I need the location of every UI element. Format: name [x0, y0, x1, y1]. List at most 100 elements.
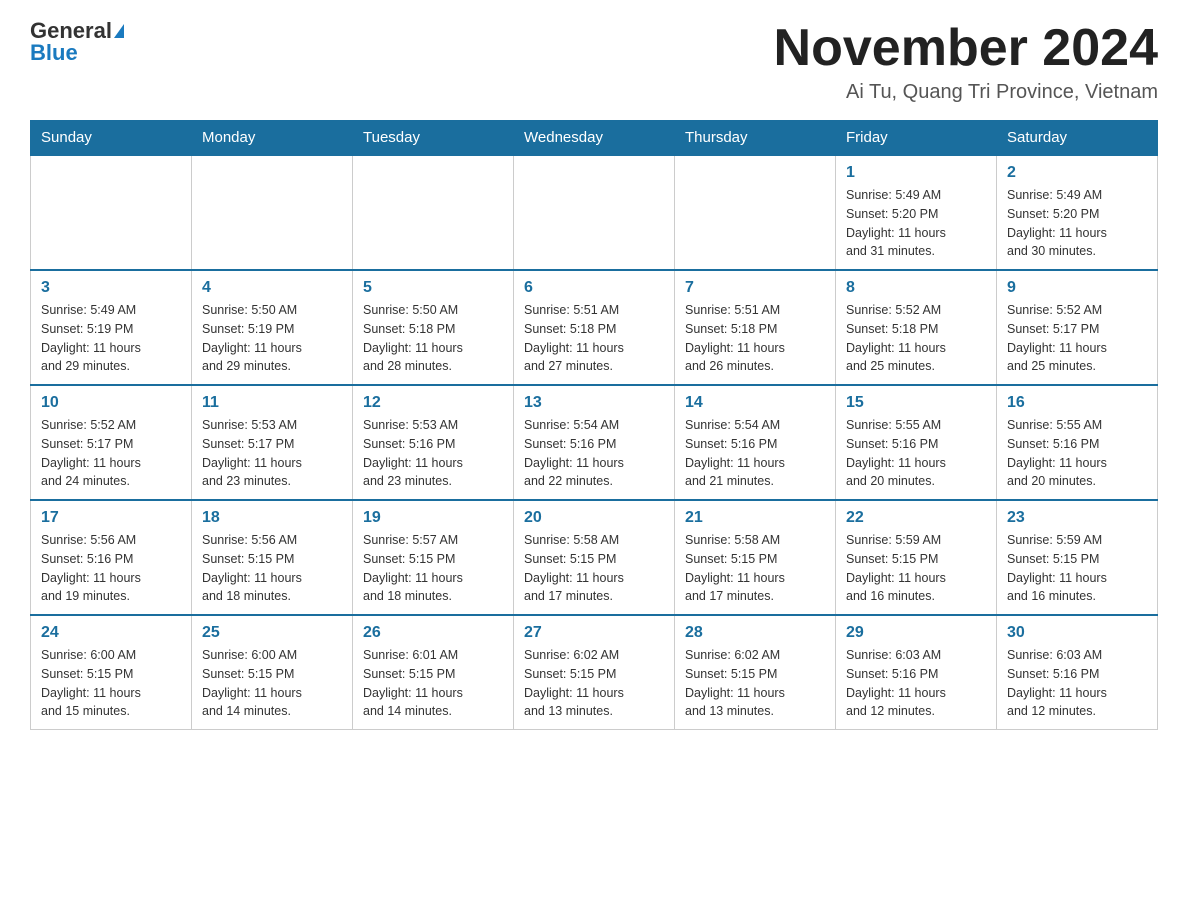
sun-info: Sunrise: 5:55 AMSunset: 5:16 PMDaylight:… [846, 416, 986, 491]
calendar-cell: 6 Sunrise: 5:51 AMSunset: 5:18 PMDaylight… [514, 270, 675, 385]
sun-info: Sunrise: 6:00 AMSunset: 5:15 PMDaylight:… [41, 646, 181, 721]
calendar-week-row: 24 Sunrise: 6:00 AMSunset: 5:15 PMDayligh… [31, 615, 1158, 730]
calendar-cell: 10 Sunrise: 5:52 AMSunset: 5:17 PMDayligh… [31, 385, 192, 500]
day-number: 7 [685, 279, 825, 297]
sun-info: Sunrise: 5:56 AMSunset: 5:15 PMDaylight:… [202, 531, 342, 606]
calendar-cell [675, 155, 836, 270]
calendar-cell: 11 Sunrise: 5:53 AMSunset: 5:17 PMDayligh… [192, 385, 353, 500]
calendar-header-tuesday: Tuesday [353, 121, 514, 156]
sun-info: Sunrise: 5:57 AMSunset: 5:15 PMDaylight:… [363, 531, 503, 606]
calendar-header-friday: Friday [836, 121, 997, 156]
logo-triangle-icon [114, 24, 124, 38]
logo: General Blue [30, 20, 124, 64]
calendar-cell: 27 Sunrise: 6:02 AMSunset: 5:15 PMDayligh… [514, 615, 675, 730]
day-number: 22 [846, 509, 986, 527]
calendar-cell: 30 Sunrise: 6:03 AMSunset: 5:16 PMDayligh… [997, 615, 1158, 730]
calendar-cell: 9 Sunrise: 5:52 AMSunset: 5:17 PMDaylight… [997, 270, 1158, 385]
calendar-cell [192, 155, 353, 270]
day-number: 4 [202, 279, 342, 297]
day-number: 17 [41, 509, 181, 527]
day-number: 9 [1007, 279, 1147, 297]
day-number: 21 [685, 509, 825, 527]
calendar-header-wednesday: Wednesday [514, 121, 675, 156]
day-number: 30 [1007, 624, 1147, 642]
sun-info: Sunrise: 5:49 AMSunset: 5:20 PMDaylight:… [1007, 186, 1147, 261]
calendar-table: SundayMondayTuesdayWednesdayThursdayFrid… [30, 120, 1158, 730]
sun-info: Sunrise: 5:54 AMSunset: 5:16 PMDaylight:… [524, 416, 664, 491]
page-header: General Blue November 2024 Ai Tu, Quang … [30, 20, 1158, 104]
day-number: 24 [41, 624, 181, 642]
calendar-cell: 20Sunrise: 5:58 AMSunset: 5:15 PMDayligh… [514, 500, 675, 615]
calendar-cell: 4 Sunrise: 5:50 AMSunset: 5:19 PMDaylight… [192, 270, 353, 385]
day-number: 10 [41, 394, 181, 412]
sun-info: Sunrise: 5:52 AMSunset: 5:18 PMDaylight:… [846, 301, 986, 376]
calendar-cell: 29 Sunrise: 6:03 AMSunset: 5:16 PMDayligh… [836, 615, 997, 730]
calendar-header-saturday: Saturday [997, 121, 1158, 156]
calendar-cell: 24 Sunrise: 6:00 AMSunset: 5:15 PMDayligh… [31, 615, 192, 730]
sun-info: Sunrise: 5:52 AMSunset: 5:17 PMDaylight:… [41, 416, 181, 491]
sun-info: Sunrise: 5:53 AMSunset: 5:17 PMDaylight:… [202, 416, 342, 491]
sun-info: Sunrise: 5:59 AMSunset: 5:15 PMDaylight:… [846, 531, 986, 606]
day-number: 12 [363, 394, 503, 412]
calendar-cell: 25 Sunrise: 6:00 AMSunset: 5:15 PMDayligh… [192, 615, 353, 730]
sun-info: Sunrise: 6:01 AMSunset: 5:15 PMDaylight:… [363, 646, 503, 721]
day-number: 2 [1007, 164, 1147, 182]
day-number: 15 [846, 394, 986, 412]
calendar-cell: 3 Sunrise: 5:49 AMSunset: 5:19 PMDaylight… [31, 270, 192, 385]
day-number: 25 [202, 624, 342, 642]
sun-info: Sunrise: 5:51 AMSunset: 5:18 PMDaylight:… [524, 301, 664, 376]
calendar-cell: 21Sunrise: 5:58 AMSunset: 5:15 PMDayligh… [675, 500, 836, 615]
calendar-cell [31, 155, 192, 270]
title-block: November 2024 Ai Tu, Quang Tri Province,… [774, 20, 1158, 104]
logo-blue-text: Blue [30, 42, 78, 64]
day-number: 6 [524, 279, 664, 297]
sun-info: Sunrise: 5:55 AMSunset: 5:16 PMDaylight:… [1007, 416, 1147, 491]
calendar-cell: 8Sunrise: 5:52 AMSunset: 5:18 PMDaylight… [836, 270, 997, 385]
day-number: 3 [41, 279, 181, 297]
day-number: 28 [685, 624, 825, 642]
month-year-title: November 2024 [774, 20, 1158, 77]
day-number: 29 [846, 624, 986, 642]
calendar-cell: 14Sunrise: 5:54 AMSunset: 5:16 PMDayligh… [675, 385, 836, 500]
calendar-cell: 13 Sunrise: 5:54 AMSunset: 5:16 PMDayligh… [514, 385, 675, 500]
calendar-cell [514, 155, 675, 270]
day-number: 5 [363, 279, 503, 297]
sun-info: Sunrise: 5:58 AMSunset: 5:15 PMDaylight:… [524, 531, 664, 606]
sun-info: Sunrise: 5:49 AMSunset: 5:20 PMDaylight:… [846, 186, 986, 261]
calendar-header-thursday: Thursday [675, 121, 836, 156]
calendar-week-row: 17 Sunrise: 5:56 AMSunset: 5:16 PMDayligh… [31, 500, 1158, 615]
sun-info: Sunrise: 5:59 AMSunset: 5:15 PMDaylight:… [1007, 531, 1147, 606]
calendar-cell: 12Sunrise: 5:53 AMSunset: 5:16 PMDayligh… [353, 385, 514, 500]
calendar-cell: 28Sunrise: 6:02 AMSunset: 5:15 PMDayligh… [675, 615, 836, 730]
calendar-week-row: 3 Sunrise: 5:49 AMSunset: 5:19 PMDaylight… [31, 270, 1158, 385]
sun-info: Sunrise: 5:52 AMSunset: 5:17 PMDaylight:… [1007, 301, 1147, 376]
sun-info: Sunrise: 5:56 AMSunset: 5:16 PMDaylight:… [41, 531, 181, 606]
calendar-cell: 22 Sunrise: 5:59 AMSunset: 5:15 PMDayligh… [836, 500, 997, 615]
day-number: 26 [363, 624, 503, 642]
sun-info: Sunrise: 6:00 AMSunset: 5:15 PMDaylight:… [202, 646, 342, 721]
calendar-cell: 26 Sunrise: 6:01 AMSunset: 5:15 PMDayligh… [353, 615, 514, 730]
sun-info: Sunrise: 5:51 AMSunset: 5:18 PMDaylight:… [685, 301, 825, 376]
calendar-cell: 23 Sunrise: 5:59 AMSunset: 5:15 PMDayligh… [997, 500, 1158, 615]
sun-info: Sunrise: 5:50 AMSunset: 5:18 PMDaylight:… [363, 301, 503, 376]
calendar-cell: 1Sunrise: 5:49 AMSunset: 5:20 PMDaylight… [836, 155, 997, 270]
sun-info: Sunrise: 5:50 AMSunset: 5:19 PMDaylight:… [202, 301, 342, 376]
calendar-cell: 18Sunrise: 5:56 AMSunset: 5:15 PMDayligh… [192, 500, 353, 615]
sun-info: Sunrise: 6:03 AMSunset: 5:16 PMDaylight:… [846, 646, 986, 721]
calendar-cell: 5 Sunrise: 5:50 AMSunset: 5:18 PMDaylight… [353, 270, 514, 385]
sun-info: Sunrise: 6:02 AMSunset: 5:15 PMDaylight:… [524, 646, 664, 721]
location-subtitle: Ai Tu, Quang Tri Province, Vietnam [774, 81, 1158, 104]
sun-info: Sunrise: 5:49 AMSunset: 5:19 PMDaylight:… [41, 301, 181, 376]
calendar-header-row: SundayMondayTuesdayWednesdayThursdayFrid… [31, 121, 1158, 156]
day-number: 19 [363, 509, 503, 527]
logo-general-text: General [30, 20, 112, 42]
calendar-header-sunday: Sunday [31, 121, 192, 156]
day-number: 13 [524, 394, 664, 412]
sun-info: Sunrise: 5:54 AMSunset: 5:16 PMDaylight:… [685, 416, 825, 491]
day-number: 23 [1007, 509, 1147, 527]
calendar-cell: 16Sunrise: 5:55 AMSunset: 5:16 PMDayligh… [997, 385, 1158, 500]
day-number: 27 [524, 624, 664, 642]
sun-info: Sunrise: 6:03 AMSunset: 5:16 PMDaylight:… [1007, 646, 1147, 721]
day-number: 11 [202, 394, 342, 412]
calendar-cell: 17 Sunrise: 5:56 AMSunset: 5:16 PMDayligh… [31, 500, 192, 615]
